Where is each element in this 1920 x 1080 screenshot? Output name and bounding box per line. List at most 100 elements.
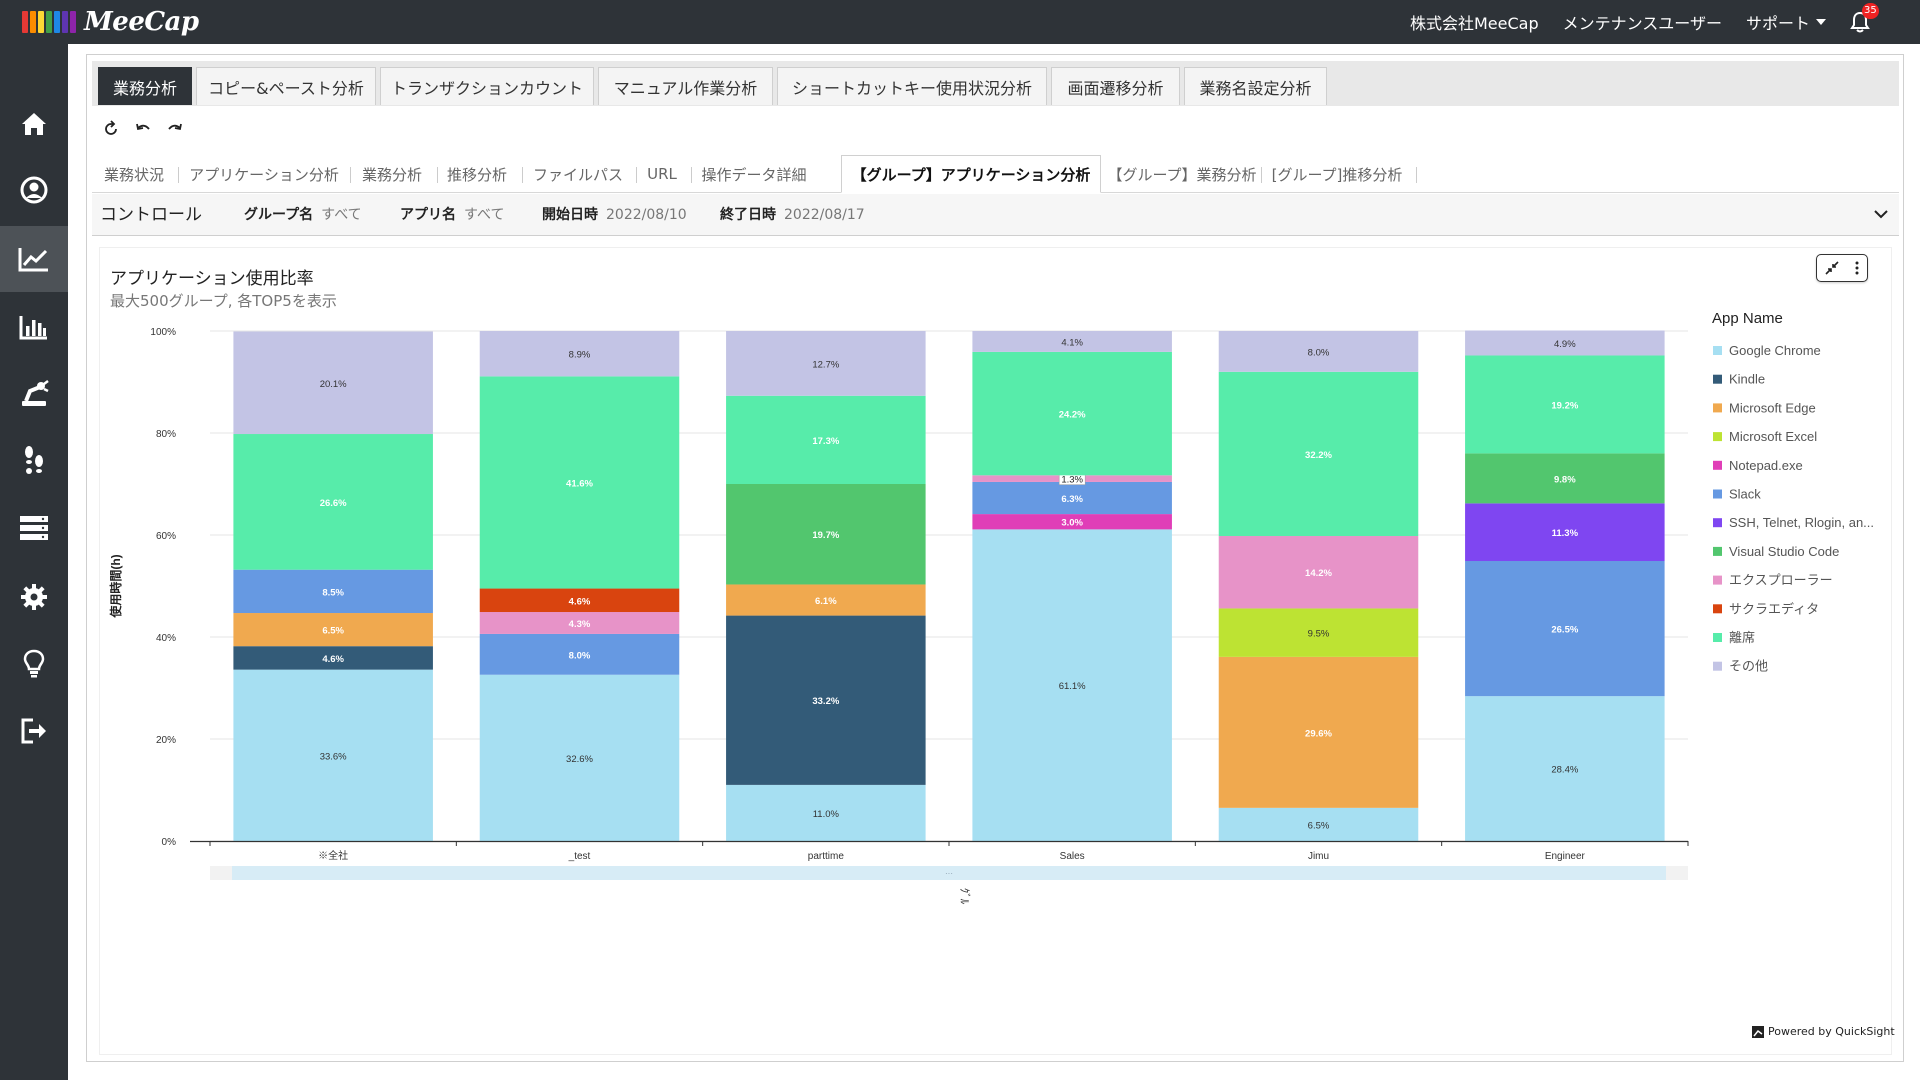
legend-item: Google Chrome xyxy=(1729,343,1821,358)
tab-transaction-count[interactable]: トランザクションカウント xyxy=(380,67,594,105)
notification-bell-button[interactable]: 35 xyxy=(1850,3,1879,33)
user-name[interactable]: メンテナンスユーザー xyxy=(1563,10,1722,34)
logo-stripe xyxy=(54,11,60,33)
x-tick-label: Jimu xyxy=(1308,851,1329,862)
subtab-work-status[interactable]: 業務状況 xyxy=(98,155,170,193)
chevron-down-icon[interactable] xyxy=(1873,208,1889,220)
support-menu[interactable]: サポート xyxy=(1746,10,1826,34)
legend-swatch xyxy=(1713,546,1722,556)
tab-screen-transition[interactable]: 画面遷移分析 xyxy=(1051,67,1180,105)
tab-work-analysis[interactable]: 業務分析 xyxy=(98,67,192,105)
control-title: コントロール xyxy=(100,205,202,225)
undo-icon[interactable] xyxy=(133,119,153,139)
analysis-tab-bar: 業務分析 コピー&ペースト分析 トランザクションカウント マニュアル作業分析 シ… xyxy=(92,61,1899,106)
sidebar-item-report[interactable] xyxy=(0,294,68,360)
data-label: 11.0% xyxy=(813,809,840,820)
logo-stripe xyxy=(70,11,76,33)
end-date-filter[interactable]: 終了日時 2022/08/17 xyxy=(720,194,865,236)
data-label: 3.0% xyxy=(1061,518,1083,529)
logo-stripes xyxy=(22,11,78,33)
tab-copy-paste[interactable]: コピー&ペースト分析 xyxy=(196,67,376,105)
app-filter[interactable]: アプリ名 すべて xyxy=(400,194,504,236)
data-label: 26.6% xyxy=(320,498,347,509)
subtab-work-analysis[interactable]: 業務分析 xyxy=(356,155,428,193)
legend-swatch xyxy=(1713,661,1722,671)
subtab-group-work-analysis[interactable]: 【グループ】業務分析 xyxy=(1107,155,1256,193)
subtab-divider xyxy=(636,167,637,183)
caret-down-icon xyxy=(1816,19,1826,25)
legend-item: Microsoft Edge xyxy=(1729,400,1816,415)
tab-shortcut-usage[interactable]: ショートカットキー使用状況分析 xyxy=(777,67,1047,105)
control-bar[interactable]: コントロール グループ名 すべて アプリ名 すべて 開始日時 2022/08/10 終… xyxy=(92,194,1899,236)
legend-swatch xyxy=(1713,633,1722,642)
quicksight-badge: Powered by QuickSight xyxy=(1752,1025,1895,1038)
sidebar-item-tips[interactable] xyxy=(0,631,68,697)
legend-swatch xyxy=(1713,374,1722,384)
subtab-group-trend-analysis[interactable]: [グループ]推移分析 xyxy=(1267,155,1407,193)
tab-work-name-setting[interactable]: 業務名設定分析 xyxy=(1184,67,1327,105)
end-date-value: 2022/08/17 xyxy=(784,207,865,223)
y-tick-label: 80% xyxy=(156,429,176,440)
x-tick-label: Engineer xyxy=(1545,851,1586,862)
group-filter-label: グループ名 xyxy=(244,207,314,223)
legend-swatch xyxy=(1713,346,1722,355)
subtab-divider xyxy=(522,167,523,183)
user-icon xyxy=(20,176,48,204)
sidebar-item-steps[interactable] xyxy=(0,428,68,494)
y-tick-label: 20% xyxy=(156,735,176,746)
top-bar: MeeCap 株式会社MeeCap メンテナンスユーザー サポート 35 xyxy=(0,0,1920,44)
start-date-filter[interactable]: 開始日時 2022/08/10 xyxy=(542,194,687,236)
meecap-logo[interactable]: MeeCap xyxy=(22,7,199,37)
reset-icon[interactable] xyxy=(101,119,121,139)
legend-swatch xyxy=(1713,403,1722,413)
legend-swatch xyxy=(1713,518,1722,528)
data-label: 20.1% xyxy=(320,379,347,390)
subtab-operation-detail[interactable]: 操作データ詳細 xyxy=(697,155,811,193)
data-label: 14.2% xyxy=(1305,568,1332,579)
sidebar-item-data[interactable] xyxy=(0,495,68,561)
data-label: 8.5% xyxy=(322,587,344,598)
bar-chart-icon xyxy=(19,316,47,340)
legend-swatch xyxy=(1713,575,1722,585)
subtab-divider xyxy=(1416,167,1417,183)
visual-card: アプリケーション使用比率 最大500グループ, 各TOP5を表示 0% 20% 40… xyxy=(99,247,1895,1055)
sidebar-item-user[interactable] xyxy=(0,157,68,223)
sidebar-item-rpa[interactable] xyxy=(0,360,68,426)
sidebar-item-settings[interactable] xyxy=(0,564,68,630)
data-label: 17.3% xyxy=(812,436,839,447)
legend-swatch xyxy=(1713,432,1722,442)
footsteps-icon xyxy=(25,446,43,474)
data-label: 26.5% xyxy=(1551,625,1578,636)
subtab-url[interactable]: URL xyxy=(641,155,683,193)
subtab-file-path[interactable]: ファイルパス xyxy=(528,155,628,193)
data-label: 28.4% xyxy=(1551,765,1578,776)
data-label: 29.6% xyxy=(1305,728,1332,739)
sidebar-item-analysis[interactable] xyxy=(0,226,68,292)
redo-icon[interactable] xyxy=(165,119,185,139)
y-tick-label: 60% xyxy=(156,531,176,542)
logo-stripe xyxy=(46,11,52,33)
data-label: 6.5% xyxy=(1308,820,1330,831)
logo-stripe xyxy=(30,11,36,33)
data-label: 24.2% xyxy=(1059,410,1086,421)
scrollbar-grip: ··· xyxy=(945,869,953,878)
sidebar-item-home[interactable] xyxy=(0,91,68,157)
legend-swatch xyxy=(1713,604,1722,614)
app-filter-value: すべて xyxy=(464,207,505,223)
data-label: 9.5% xyxy=(1308,629,1330,640)
sidebar-item-logout[interactable] xyxy=(0,698,68,764)
subtab-divider xyxy=(1261,167,1262,183)
y-tick-label: 0% xyxy=(162,837,177,848)
group-filter[interactable]: グループ名 すべて xyxy=(244,194,362,236)
data-label: 8.0% xyxy=(569,650,591,661)
subtab-application-analysis[interactable]: アプリケーション分析 xyxy=(184,155,344,193)
subtab-trend-analysis[interactable]: 推移分析 xyxy=(442,155,512,193)
stacked-bar-chart[interactable]: 0% 20% 40% 60% 80% 100% 使用時間(h) 33.6% 4.6% 6.5% 8.… xyxy=(100,248,1893,1048)
subtab-divider xyxy=(350,167,351,183)
legend-item: SSH, Telnet, Rlogin, an... xyxy=(1729,515,1874,530)
tab-manual-work[interactable]: マニュアル作業分析 xyxy=(598,67,773,105)
data-label: 4.6% xyxy=(569,596,591,607)
logo-stripe xyxy=(62,11,68,33)
subtab-group-application-analysis[interactable]: 【グループ】アプリケーション分析 xyxy=(841,155,1101,193)
quicksight-logo-icon xyxy=(1752,1025,1764,1038)
